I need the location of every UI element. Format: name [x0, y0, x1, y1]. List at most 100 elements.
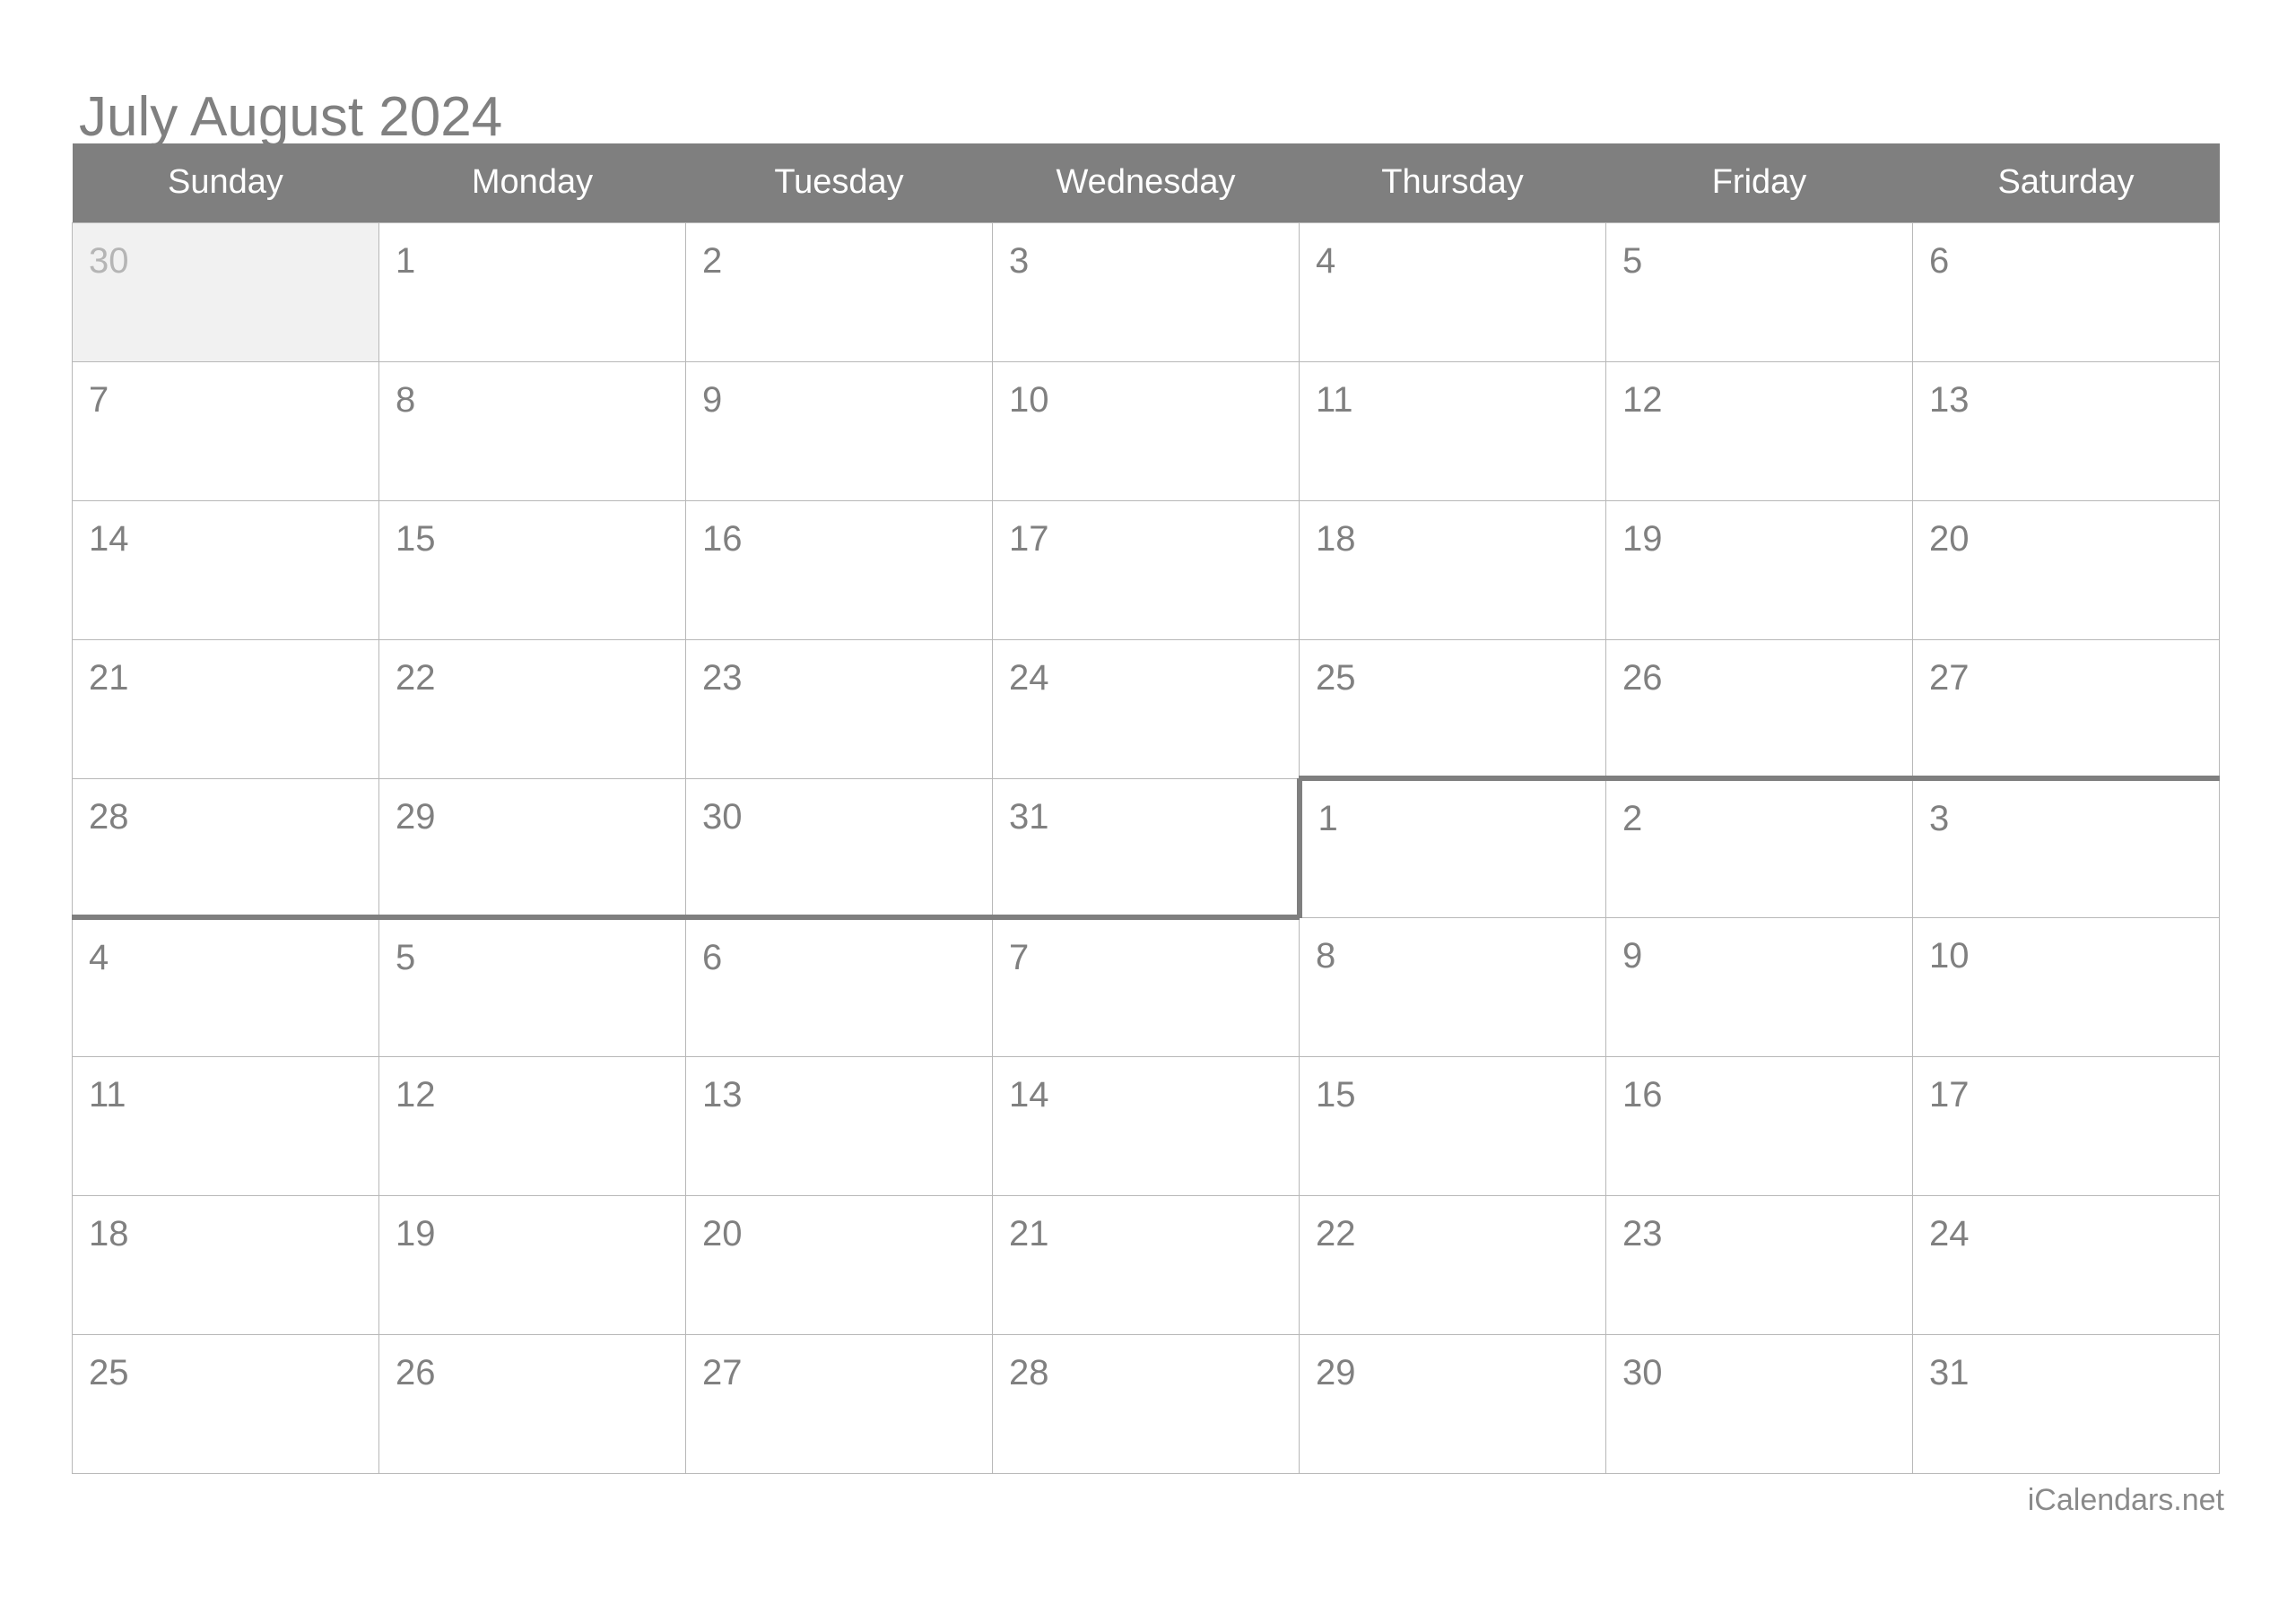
calendar-day-cell[interactable]: 23: [1605, 1194, 1913, 1335]
calendar-day-cell[interactable]: 21: [992, 1194, 1300, 1335]
calendar-day-cell[interactable]: 1: [1296, 776, 1606, 918]
calendar-day-cell[interactable]: 11: [1299, 360, 1606, 501]
calendar-day-cell[interactable]: 10: [992, 360, 1300, 501]
day-number: 14: [89, 518, 129, 559]
day-number: 3: [1929, 799, 1950, 838]
day-number: 7: [89, 379, 109, 420]
day-number: 25: [1316, 657, 1356, 698]
calendar-day-cell[interactable]: 28: [72, 777, 379, 920]
day-number: 23: [702, 657, 743, 698]
calendar-day-cell[interactable]: 17: [992, 499, 1300, 640]
calendar-day-cell[interactable]: 3: [1912, 776, 2220, 918]
calendar-day-cell[interactable]: 5: [378, 916, 686, 1057]
calendar-day-cell[interactable]: 24: [1912, 1194, 2220, 1335]
day-number: 24: [1929, 1213, 1970, 1253]
calendar-day-cell[interactable]: 27: [685, 1333, 993, 1474]
calendar-day-cell[interactable]: 29: [378, 777, 686, 920]
calendar-day-cell[interactable]: 29: [1299, 1333, 1606, 1474]
day-number: 21: [1009, 1213, 1049, 1253]
calendar-week-row: 25 26 27 28 29 30 31: [72, 1333, 2220, 1474]
day-number: 26: [396, 1352, 436, 1392]
calendar-day-cell[interactable]: 19: [378, 1194, 686, 1335]
calendar-day-cell[interactable]: 24: [992, 638, 1300, 779]
day-number: 7: [1009, 938, 1030, 977]
calendar-day-cell[interactable]: 31: [992, 777, 1300, 920]
day-number: 5: [1622, 240, 1643, 281]
calendar-day-cell[interactable]: 25: [1299, 638, 1606, 779]
calendar-day-cell[interactable]: 20: [685, 1194, 993, 1335]
calendar-day-cell[interactable]: 17: [1912, 1055, 2220, 1196]
calendar-day-cell[interactable]: 2: [1605, 776, 1913, 918]
calendar-day-cell[interactable]: 16: [1605, 1055, 1913, 1196]
day-number: 17: [1929, 1074, 1970, 1115]
calendar-day-cell[interactable]: 10: [1912, 916, 2220, 1057]
calendar-day-cell[interactable]: 18: [1299, 499, 1606, 640]
day-number: 30: [1622, 1352, 1663, 1392]
calendar-day-cell[interactable]: 6: [685, 916, 993, 1057]
day-number: 27: [702, 1352, 743, 1392]
calendar-day-cell[interactable]: 7: [72, 360, 379, 501]
day-number: 18: [89, 1213, 129, 1253]
calendar-day-cell[interactable]: 22: [378, 638, 686, 779]
calendar-day-cell[interactable]: 1: [378, 221, 686, 362]
calendar-day-cell[interactable]: 9: [685, 360, 993, 501]
day-number: 11: [89, 1074, 126, 1115]
calendar-week-row: 30 1 2 3 4 5 6: [72, 221, 2220, 362]
calendar-week-row: 18 19 20 21 22 23 24: [72, 1194, 2220, 1335]
calendar-day-cell[interactable]: 6: [1912, 221, 2220, 362]
calendar-day-cell[interactable]: 27: [1912, 638, 2220, 779]
day-number: 1: [1318, 799, 1338, 838]
calendar-day-cell[interactable]: 13: [685, 1055, 993, 1196]
calendar-day-cell[interactable]: 4: [72, 916, 379, 1057]
calendar-day-cell[interactable]: 12: [1605, 360, 1913, 501]
day-number: 19: [396, 1213, 436, 1253]
calendar-day-cell[interactable]: 14: [72, 499, 379, 640]
day-number: 20: [702, 1213, 743, 1253]
calendar-day-cell[interactable]: 8: [378, 360, 686, 501]
calendar-day-cell[interactable]: 5: [1605, 221, 1913, 362]
calendar-day-cell[interactable]: 28: [992, 1333, 1300, 1474]
calendar-day-cell[interactable]: 26: [378, 1333, 686, 1474]
calendar-day-cell[interactable]: 15: [378, 499, 686, 640]
calendar-week-row: 4 5 6 7 8 9 10: [72, 916, 2220, 1057]
calendar-day-cell[interactable]: 23: [685, 638, 993, 779]
calendar-grid-wrapper: Sunday Monday Tuesday Wednesday Thursday Frid…: [72, 143, 2220, 1474]
weekday-header-wednesday: Wednesday: [992, 143, 1300, 222]
calendar-day-cell[interactable]: 15: [1299, 1055, 1606, 1196]
calendar-day-cell[interactable]: 21: [72, 638, 379, 779]
calendar-day-cell[interactable]: 9: [1605, 916, 1913, 1057]
calendar-day-cell[interactable]: 22: [1299, 1194, 1606, 1335]
calendar-day-cell[interactable]: 12: [378, 1055, 686, 1196]
day-number: 17: [1009, 518, 1049, 559]
calendar-day-cell[interactable]: 8: [1299, 916, 1606, 1057]
calendar-day-cell[interactable]: 3: [992, 221, 1300, 362]
day-number: 15: [1316, 1074, 1356, 1115]
calendar-day-cell[interactable]: 11: [72, 1055, 379, 1196]
calendar-day-cell[interactable]: 4: [1299, 221, 1606, 362]
calendar-day-cell[interactable]: 2: [685, 221, 993, 362]
day-number: 2: [1622, 799, 1643, 838]
calendar-day-cell[interactable]: 18: [72, 1194, 379, 1335]
weekday-header-sunday: Sunday: [72, 143, 379, 222]
day-number: 6: [1929, 240, 1950, 281]
calendar-day-cell[interactable]: 19: [1605, 499, 1913, 640]
calendar-day-cell[interactable]: 31: [1912, 1333, 2220, 1474]
calendar-day-cell[interactable]: 26: [1605, 638, 1913, 779]
calendar-day-cell[interactable]: 30: [1605, 1333, 1913, 1474]
calendar-day-cell[interactable]: 16: [685, 499, 993, 640]
calendar-day-cell[interactable]: 20: [1912, 499, 2220, 640]
calendar-day-cell[interactable]: 14: [992, 1055, 1300, 1196]
calendar-day-cell[interactable]: 30: [685, 777, 993, 920]
day-number: 27: [1929, 657, 1970, 698]
calendar-day-cell[interactable]: 7: [992, 916, 1300, 1057]
calendar-day-cell[interactable]: 25: [72, 1333, 379, 1474]
day-number: 28: [1009, 1352, 1049, 1392]
calendar-day-cell[interactable]: 13: [1912, 360, 2220, 501]
day-number: 22: [1316, 1213, 1356, 1253]
day-number: 20: [1929, 518, 1970, 559]
day-number: 13: [702, 1074, 743, 1115]
weekday-header-friday: Friday: [1605, 143, 1913, 222]
calendar-page: July August 2024 Sunday Monday Tuesday Wedn…: [0, 0, 2296, 1622]
calendar-week-row: 28 29 30 31 1 2 3: [72, 776, 2220, 920]
calendar-day-cell[interactable]: 30: [72, 221, 379, 362]
